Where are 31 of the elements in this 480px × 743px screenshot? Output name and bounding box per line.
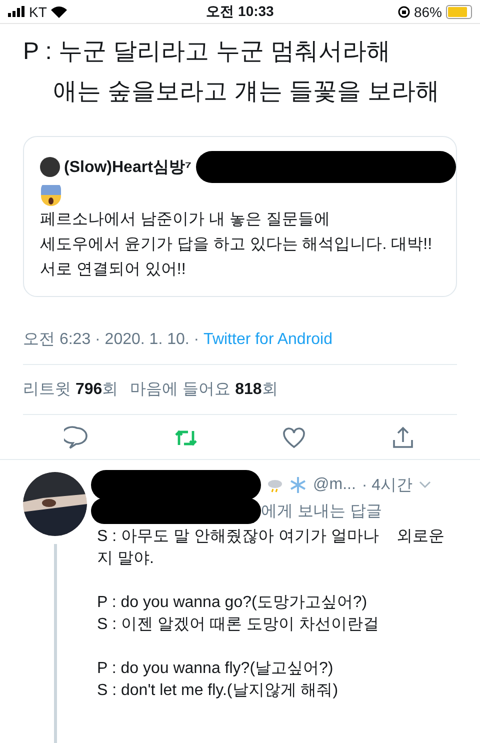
tweet-text: P : 누군 달리라고 누군 멈춰서라해 (23, 37, 392, 67)
quoted-tweet-card[interactable]: (Slow)Heart심방⁷ 페르소나에서 남준이가 내 놓은 질문들에 세도우에서 윤기가 답을 하고 있다는 해석입니다. 대박!! 서로 연결되어 있어!! (23, 136, 457, 297)
reply-handle: @m... (313, 476, 356, 494)
clock: 오전 10:33 (206, 2, 274, 20)
stat-count[interactable]: 리트윗 796회 (23, 379, 118, 400)
scream-emoji-icon (40, 185, 62, 207)
reply-text: S : don't let me fly.(날지않게 해줘) (97, 681, 340, 701)
wifi-icon (50, 6, 67, 18)
reply-text: S : 이젠 알겠어 때론 도망이 차선이란걸 (97, 615, 380, 635)
carrier: KT (29, 4, 47, 20)
reply-text: P : do you wanna go?(도망가고싶어?) (97, 593, 368, 613)
stat-count[interactable]: 마음에 들어요 818회 (130, 379, 278, 400)
tweet-timestamp: 오전 6:23 · 2020. 1. 10. · Twitter for Android (23, 329, 457, 365)
reply-text: S : 아무도 말 안해줬잖아 여기가 얼마나 외로운 지 말야. (97, 527, 446, 569)
reply-to-label: 에게 보내는 답글 (261, 502, 382, 522)
quoted-tweet-text: 서로 연결되어 있어!! (40, 260, 187, 280)
tweet-text: 애는 숲을보라고 걔는 들꽃을 보라해 (52, 77, 441, 107)
avatar (40, 157, 60, 177)
signal-icon (8, 6, 25, 17)
rotation-lock-icon (398, 6, 410, 18)
battery-icon (446, 4, 472, 18)
quoted-tweet-text: 세도우에서 윤기가 답을 하고 있다는 해석입니다. 대박!! (40, 235, 434, 255)
reply-text: P : do you wanna fly?(날고싶어?) (97, 659, 334, 679)
quoted-tweet-text: 페르소나에서 남준이가 내 놓은 질문들에 (40, 210, 331, 230)
reply-button[interactable] (64, 425, 90, 451)
like-button[interactable] (281, 425, 308, 451)
reply-time: · 4시간 (362, 476, 413, 496)
quoted-author-name: (Slow)Heart심방⁷ (64, 158, 192, 178)
cloud-icon (267, 477, 283, 493)
battery-percent: 86% (414, 4, 442, 20)
snowflake-icon (289, 476, 307, 494)
